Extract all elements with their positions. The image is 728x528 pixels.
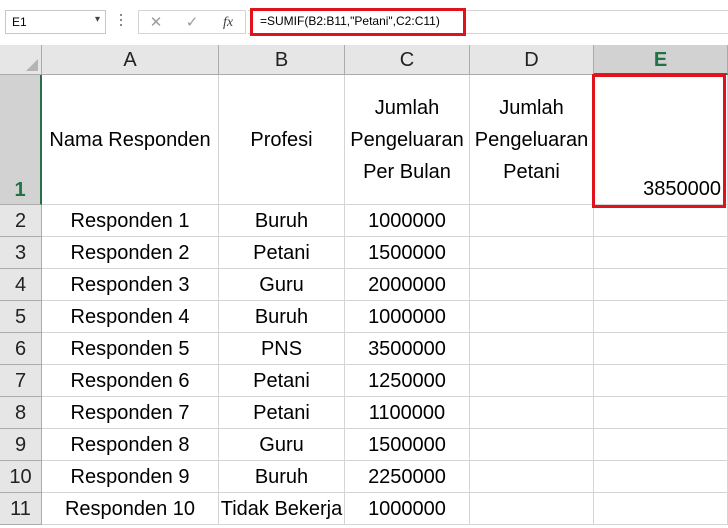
row-header-1[interactable]: 1 bbox=[0, 75, 42, 205]
enter-icon[interactable]: ✓ bbox=[180, 13, 204, 32]
column-header-a[interactable]: A bbox=[42, 45, 219, 75]
cell-empty[interactable] bbox=[470, 493, 594, 525]
cell-a1[interactable]: Nama Responden bbox=[42, 75, 219, 205]
cell-empty[interactable] bbox=[594, 493, 728, 525]
cell-profesi[interactable]: Guru bbox=[219, 269, 345, 301]
cell-empty[interactable] bbox=[594, 237, 728, 269]
select-all-button[interactable] bbox=[0, 45, 42, 75]
cell-empty[interactable] bbox=[470, 461, 594, 493]
cell-empty[interactable] bbox=[470, 237, 594, 269]
cell-profesi[interactable]: Petani bbox=[219, 237, 345, 269]
row-header[interactable]: 11 bbox=[0, 493, 42, 525]
cell-profesi[interactable]: Guru bbox=[219, 429, 345, 461]
cell-empty[interactable] bbox=[470, 301, 594, 333]
row-header[interactable]: 7 bbox=[0, 365, 42, 397]
cell-empty[interactable] bbox=[470, 397, 594, 429]
cell-profesi[interactable]: Buruh bbox=[219, 205, 345, 237]
header-profesi: Profesi bbox=[250, 129, 313, 151]
row-header[interactable]: 8 bbox=[0, 397, 42, 429]
cell-nama[interactable]: Responden 5 bbox=[42, 333, 219, 365]
cell-empty[interactable] bbox=[594, 365, 728, 397]
cell-nama[interactable]: Responden 10 bbox=[42, 493, 219, 525]
cancel-icon[interactable]: ✕ bbox=[144, 13, 168, 32]
row-header[interactable]: 5 bbox=[0, 301, 42, 333]
header-line: Jumlah bbox=[499, 96, 564, 119]
column-header-e[interactable]: E bbox=[594, 45, 728, 75]
name-box[interactable]: E1 ▾ bbox=[5, 10, 106, 34]
cell-empty[interactable] bbox=[594, 301, 728, 333]
cell-pengeluaran[interactable]: 1000000 bbox=[345, 301, 470, 333]
cell-c1[interactable]: Jumlah Pengeluaran Per Bulan bbox=[345, 75, 470, 205]
cell-profesi[interactable]: Petani bbox=[219, 397, 345, 429]
cell-nama[interactable]: Responden 7 bbox=[42, 397, 219, 429]
cell-pengeluaran[interactable]: 2250000 bbox=[345, 461, 470, 493]
cell-b1[interactable]: Profesi bbox=[219, 75, 345, 205]
cell-pengeluaran[interactable]: 1500000 bbox=[345, 429, 470, 461]
formula-text[interactable]: =SUMIF(B2:B11,"Petani",C2:C11) bbox=[260, 14, 440, 28]
cell-pengeluaran[interactable]: 2000000 bbox=[345, 269, 470, 301]
cell-pengeluaran[interactable]: 1250000 bbox=[345, 365, 470, 397]
cell-nama[interactable]: Responden 6 bbox=[42, 365, 219, 397]
cell-profesi[interactable]: Tidak Bekerja bbox=[219, 493, 345, 525]
cell-nama[interactable]: Responden 2 bbox=[42, 237, 219, 269]
cell-pengeluaran[interactable]: 1000000 bbox=[345, 205, 470, 237]
row-header[interactable]: 9 bbox=[0, 429, 42, 461]
cell-empty[interactable] bbox=[470, 333, 594, 365]
cell-empty[interactable] bbox=[470, 429, 594, 461]
header-line: Pengeluaran bbox=[474, 128, 589, 151]
cell-empty[interactable] bbox=[470, 365, 594, 397]
row-header[interactable]: 3 bbox=[0, 237, 42, 269]
cell-pengeluaran[interactable]: 1100000 bbox=[345, 397, 470, 429]
row-header[interactable]: 10 bbox=[0, 461, 42, 493]
cell-empty[interactable] bbox=[594, 397, 728, 429]
row-number: 1 bbox=[14, 179, 26, 201]
row-header[interactable]: 2 bbox=[0, 205, 42, 237]
formula-buttons: ✕ ✓ fx bbox=[138, 10, 246, 34]
header-line: Per Bulan bbox=[363, 160, 451, 183]
cell-empty[interactable] bbox=[470, 205, 594, 237]
column-header-d[interactable]: D bbox=[470, 45, 594, 75]
formula-bar: E1 ▾ ✕ ✓ fx =SUMIF(B2:B11,"Petani",C2:C1… bbox=[0, 0, 728, 45]
cell-empty[interactable] bbox=[594, 429, 728, 461]
column-header-b[interactable]: B bbox=[219, 45, 345, 75]
header-line: Pengeluaran bbox=[350, 128, 464, 151]
cell-nama[interactable]: Responden 8 bbox=[42, 429, 219, 461]
cell-profesi[interactable]: Petani bbox=[219, 365, 345, 397]
column-header-c[interactable]: C bbox=[345, 45, 470, 75]
cell-empty[interactable] bbox=[470, 269, 594, 301]
cell-empty[interactable] bbox=[594, 269, 728, 301]
cell-nama[interactable]: Responden 1 bbox=[42, 205, 219, 237]
cell-pengeluaran[interactable]: 3500000 bbox=[345, 333, 470, 365]
cell-nama[interactable]: Responden 9 bbox=[42, 461, 219, 493]
sumif-result[interactable]: 3850000 bbox=[596, 178, 721, 201]
row-header[interactable]: 6 bbox=[0, 333, 42, 365]
select-all-icon bbox=[26, 59, 38, 71]
row-header[interactable]: 4 bbox=[0, 269, 42, 301]
cell-empty[interactable] bbox=[594, 333, 728, 365]
cell-empty[interactable] bbox=[594, 461, 728, 493]
header-line: Jumlah bbox=[374, 96, 440, 119]
cell-empty[interactable] bbox=[594, 205, 728, 237]
cell-nama[interactable]: Responden 3 bbox=[42, 269, 219, 301]
name-box-value: E1 bbox=[12, 15, 27, 29]
drag-handle-icon[interactable] bbox=[118, 11, 124, 31]
chevron-down-icon[interactable]: ▾ bbox=[95, 14, 100, 25]
cell-profesi[interactable]: PNS bbox=[219, 333, 345, 365]
cell-pengeluaran[interactable]: 1000000 bbox=[345, 493, 470, 525]
insert-function-icon[interactable]: fx bbox=[216, 13, 240, 32]
cell-profesi[interactable]: Buruh bbox=[219, 301, 345, 333]
cell-profesi[interactable]: Buruh bbox=[219, 461, 345, 493]
header-nama-responden: Nama Responden bbox=[49, 129, 211, 151]
cell-d1[interactable]: Jumlah Pengeluaran Petani bbox=[470, 75, 594, 205]
header-line: Petani bbox=[503, 160, 560, 183]
cell-nama[interactable]: Responden 4 bbox=[42, 301, 219, 333]
cell-pengeluaran[interactable]: 1500000 bbox=[345, 237, 470, 269]
